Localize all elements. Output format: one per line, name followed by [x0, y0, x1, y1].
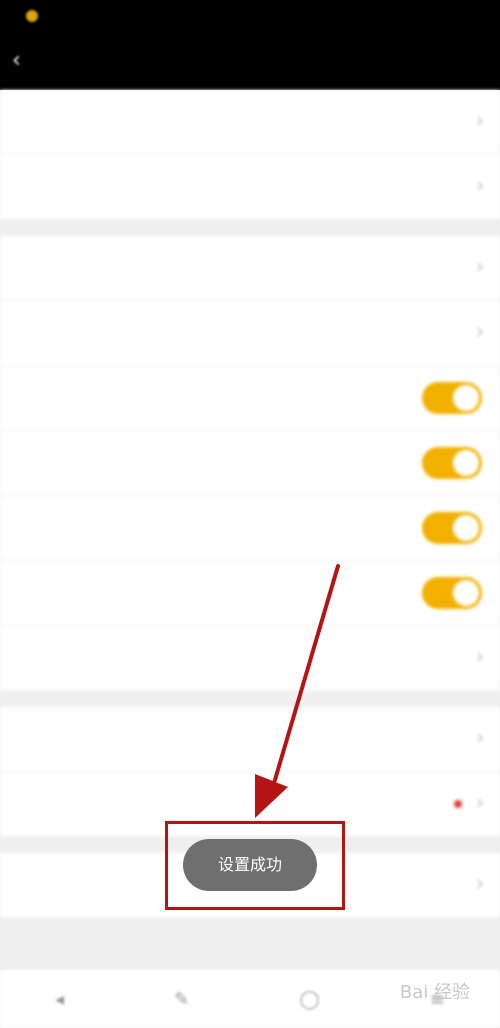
arrow-shaft [270, 564, 340, 792]
arrow-head [255, 774, 288, 818]
annotation-arrow [255, 564, 340, 818]
